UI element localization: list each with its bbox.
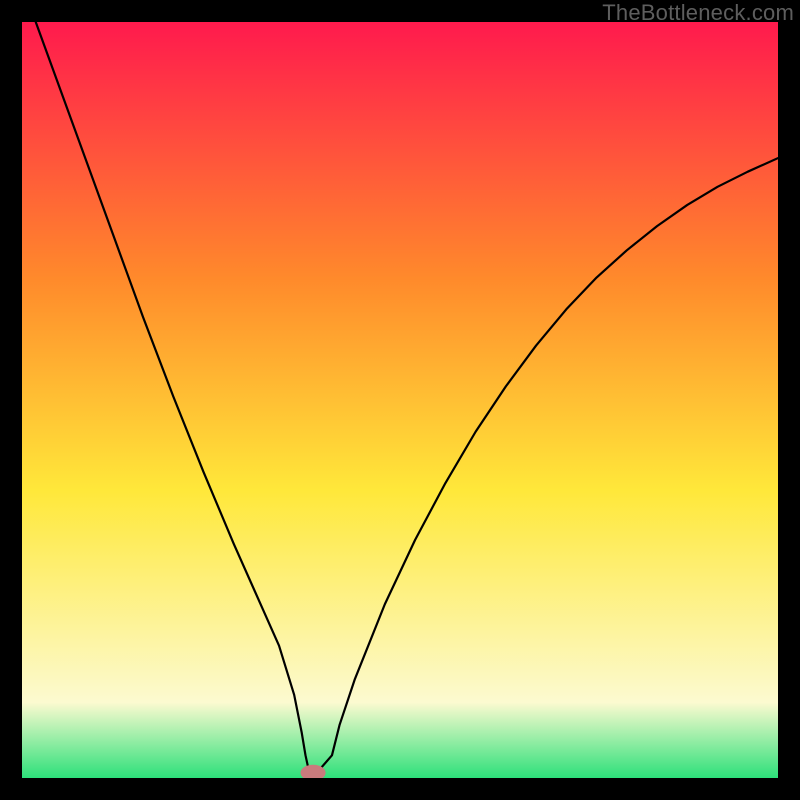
plot-area xyxy=(22,22,778,778)
optimal-point-marker xyxy=(301,765,325,778)
chart-frame: TheBottleneck.com xyxy=(0,0,800,800)
chart-svg xyxy=(22,22,778,778)
watermark-text: TheBottleneck.com xyxy=(602,0,794,26)
gradient-background xyxy=(22,22,778,778)
